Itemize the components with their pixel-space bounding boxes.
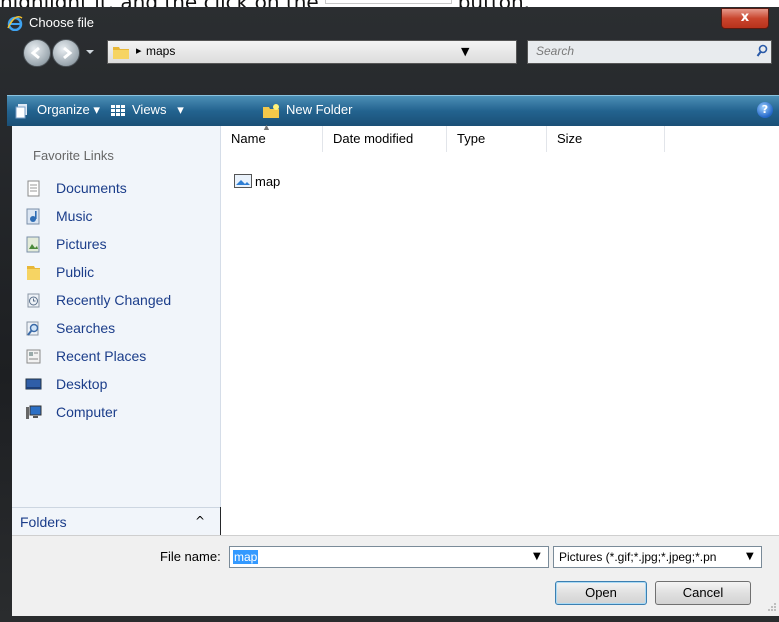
new-folder-label: New Folder [286,102,353,117]
new-folder-icon [263,103,279,118]
search-input[interactable]: Search [536,44,574,58]
file-name-value[interactable]: map [233,550,259,564]
help-icon: ? [761,103,769,116]
forward-button[interactable] [52,39,80,67]
forward-arrow-icon [63,46,73,60]
dialog-footer: File name: map ▼ Pictures (*.gif;*.jpg;*… [12,535,779,616]
file-list[interactable]: ▲ Name Date modified Type Size map [221,122,779,535]
sidebar-item-recent-places[interactable]: Recent Places [25,346,215,368]
sidebar-item-label: Documents [56,180,127,196]
sidebar-item-searches[interactable]: Searches [25,318,215,340]
close-button[interactable]: x [721,8,769,29]
address-bar[interactable]: ▸ maps ▼ ⇆ [107,40,606,64]
sidebar-item-label: Recently Changed [56,292,172,308]
music-icon [26,208,40,225]
breadcrumb-separator-icon: ▸ [136,44,142,57]
organize-icon [15,103,27,119]
file-name-field[interactable]: map ▼ [229,546,549,568]
column-header-date-modified[interactable]: Date modified [323,126,447,152]
column-header-label: Size [557,131,583,146]
chevron-up-icon[interactable]: ^ [195,514,205,528]
sidebar-item-recently-changed[interactable]: Recently Changed [25,290,215,312]
navigation-pane: Favorite Links Documents Music Pictures … [12,126,221,507]
sidebar-item-computer[interactable]: Computer [25,402,215,424]
command-toolbar: Organize ▾ Views ▾ New Folder ? [7,95,779,126]
new-folder-button[interactable]: New Folder [262,102,352,119]
close-icon: x [740,10,750,25]
open-button[interactable]: Open [555,581,647,605]
views-button[interactable]: Views ▾ [110,102,184,118]
file-name-dropdown-icon[interactable]: ▼ [533,551,541,562]
sidebar-item-pictures[interactable]: Pictures [25,234,215,256]
window-title: Choose file [29,15,95,30]
chevron-down-icon [86,50,94,54]
navigation-bar: ▸ maps ▼ ⇆ Search [0,36,779,67]
breadcrumb-path[interactable]: maps [146,44,175,58]
resize-grip-icon[interactable] [767,602,777,612]
sidebar-item-music[interactable]: Music [25,206,215,228]
sidebar-item-label: Public [56,264,95,280]
folder-icon [113,47,129,59]
inline-button-graphic [324,0,452,4]
column-header-label: Date modified [333,131,414,146]
column-header-type[interactable]: Type [447,126,547,152]
image-file-icon [234,174,252,188]
favorite-links-heading: Favorite Links [33,148,114,163]
back-arrow-icon [30,46,40,60]
column-header-label: Name [231,131,266,146]
sidebar-item-desktop[interactable]: Desktop [25,374,215,396]
views-label: Views [132,102,167,117]
sidebar-item-label: Recent Places [56,348,147,364]
sidebar-item-label: Desktop [56,376,108,392]
sidebar-item-label: Music [56,208,93,224]
searches-icon [26,321,39,336]
folders-toggle[interactable]: Folders ^ [12,507,220,536]
search-icon[interactable] [756,44,768,58]
recent-pages-dropdown[interactable] [80,43,104,61]
computer-icon [26,405,42,419]
documents-icon [27,180,40,197]
sidebar-item-public[interactable]: Public [25,262,215,284]
search-box[interactable]: Search [527,40,772,64]
back-button[interactable] [23,39,51,67]
sidebar-item-label: Searches [56,320,116,336]
sidebar-item-documents[interactable]: Documents [25,178,215,200]
column-header-size[interactable]: Size [547,126,665,152]
sidebar-item-label: Computer [56,404,118,420]
file-type-value: Pictures (*.gif;*.jpg;*.jpeg;*.pn [559,550,717,564]
views-icon [111,104,125,116]
title-bar[interactable]: Choose file x [0,7,779,36]
organize-button[interactable]: Organize ▾ [15,102,100,119]
file-name-label: File name: [160,549,221,564]
desktop-icon [25,378,42,390]
file-type-dropdown-icon[interactable]: ▼ [746,551,754,562]
address-dropdown-icon[interactable]: ▼ [461,45,469,58]
recent-places-icon [26,349,41,364]
help-button[interactable]: ? [757,102,773,118]
file-type-select[interactable]: Pictures (*.gif;*.jpg;*.jpeg;*.pn ▼ [553,546,762,568]
recently-changed-icon [27,293,40,308]
pictures-icon [26,236,40,253]
file-name: map [255,174,281,189]
organize-label: Organize [37,102,90,117]
sidebar-item-label: Pictures [56,236,107,252]
column-header-label: Type [457,131,486,146]
cancel-button[interactable]: Cancel [655,581,751,605]
internet-explorer-icon [7,16,23,31]
folders-label: Folders [20,514,67,530]
public-folder-icon [27,266,40,280]
column-header-name[interactable]: ▲ Name [221,122,323,152]
choose-file-dialog: Choose file x ▸ maps ▼ ⇆ Search [0,7,779,622]
